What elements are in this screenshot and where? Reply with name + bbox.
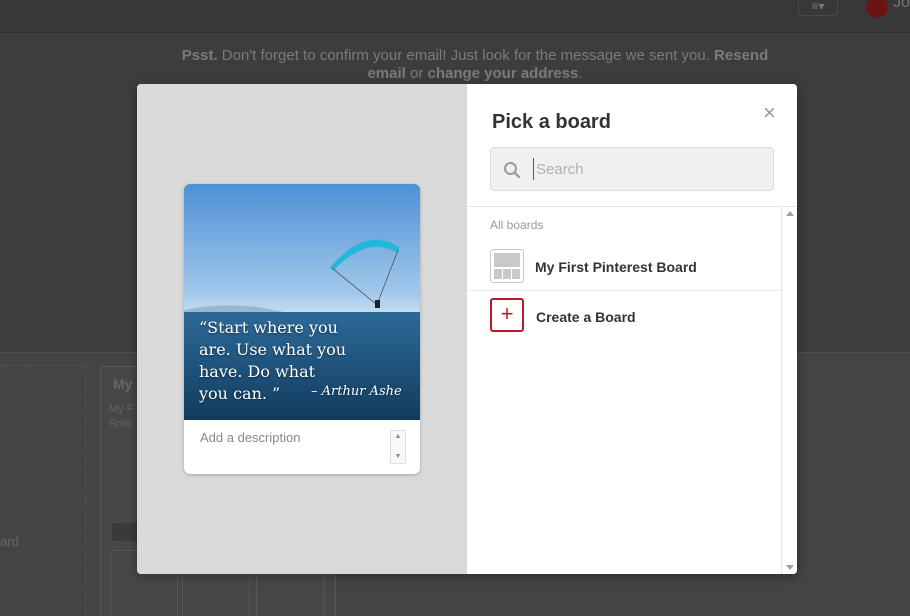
notice-text: Don't forget to confirm your email! Just… [217, 47, 715, 64]
close-icon[interactable]: × [763, 102, 776, 124]
background-board-subtitle: My F Smit [109, 403, 134, 430]
description-area: ▲ ▼ [184, 420, 420, 474]
section-label-all-boards: All boards [490, 218, 544, 232]
board-list-scrollbar[interactable] [781, 207, 797, 574]
board-search [490, 147, 774, 191]
board-thumbnail-icon [490, 249, 524, 283]
search-icon [504, 162, 521, 179]
create-board-button[interactable]: + Create a Board [467, 293, 781, 341]
board-name: My First Pinterest Board [535, 259, 697, 275]
search-input[interactable] [533, 158, 763, 180]
scroll-up-icon[interactable]: ▲ [391, 432, 405, 442]
notice-bold: Psst. [181, 47, 218, 64]
background-header [0, 0, 910, 33]
board-list: All boards My First Pinterest Board + Cr… [467, 207, 781, 574]
pin-image: “Start where you are. Use what you have.… [184, 184, 420, 420]
pin-preview-pane: “Start where you are. Use what you have.… [137, 84, 467, 574]
background-board-title: My [113, 376, 133, 392]
user-name[interactable]: Jo [893, 0, 910, 12]
plus-icon: + [490, 298, 524, 332]
scroll-up-icon[interactable] [786, 211, 794, 216]
description-scrollbar[interactable]: ▲ ▼ [390, 430, 406, 464]
board-picker-pane: Pick a board × All boards My First Pinte… [467, 84, 797, 574]
menu-icon[interactable]: ≡▾ [798, 0, 838, 16]
notice-or: or [405, 65, 428, 82]
email-confirm-notice: Psst. Don't forget to confirm your email… [0, 33, 910, 82]
scroll-down-icon[interactable] [786, 565, 794, 570]
notice-end: . [578, 65, 583, 82]
background-card [0, 365, 86, 616]
description-input[interactable] [194, 426, 388, 466]
background-pin-badge [112, 523, 138, 541]
modal-title: Pick a board [492, 111, 611, 133]
pin-card: “Start where you are. Use what you have.… [184, 184, 420, 474]
board-item-my-first-pinterest-board[interactable]: My First Pinterest Board [467, 243, 781, 291]
scroll-down-icon[interactable]: ▼ [391, 452, 405, 462]
create-board-label: Create a Board [536, 309, 636, 325]
pick-board-modal: “Start where you are. Use what you have.… [137, 84, 797, 574]
background-card-label: ard [0, 534, 19, 549]
change-address-link[interactable]: change your address [427, 65, 578, 82]
pin-quote-author: – Arthur Ashe [311, 384, 402, 399]
